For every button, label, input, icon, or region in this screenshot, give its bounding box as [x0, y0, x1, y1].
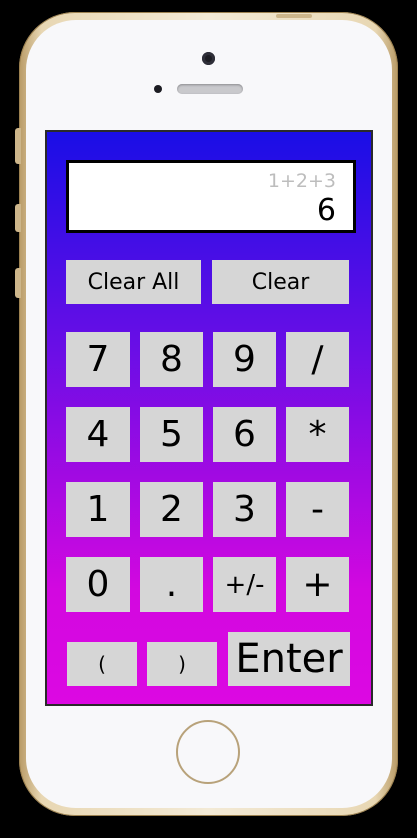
divide-button[interactable]: /: [286, 332, 349, 387]
key-1-button[interactable]: 1: [66, 482, 130, 537]
key-9-button[interactable]: 9: [213, 332, 276, 387]
plus-minus-button[interactable]: +/-: [213, 557, 276, 612]
key-4-button[interactable]: 4: [66, 407, 130, 462]
decimal-button[interactable]: .: [140, 557, 203, 612]
calculator-display: 1+2+3 6: [66, 160, 356, 233]
clear-button[interactable]: Clear: [212, 260, 349, 304]
enter-button[interactable]: Enter: [228, 632, 350, 686]
mute-switch: [15, 128, 21, 164]
earpiece-speaker: [177, 84, 243, 94]
multiply-button[interactable]: *: [286, 407, 349, 462]
key-3-button[interactable]: 3: [213, 482, 276, 537]
power-button: [276, 14, 312, 18]
key-0-button[interactable]: 0: [66, 557, 130, 612]
open-paren-button[interactable]: (: [67, 642, 137, 686]
result-text: 6: [316, 193, 336, 228]
proximity-sensor: [154, 85, 162, 93]
expression-text: 1+2+3: [267, 170, 336, 192]
volume-down-button: [15, 268, 21, 298]
key-8-button[interactable]: 8: [140, 332, 203, 387]
home-button[interactable]: [176, 720, 240, 784]
front-camera: [202, 52, 215, 65]
add-button[interactable]: +: [286, 557, 349, 612]
close-paren-button[interactable]: ): [147, 642, 217, 686]
subtract-button[interactable]: -: [286, 482, 349, 537]
key-6-button[interactable]: 6: [213, 407, 276, 462]
volume-up-button: [15, 204, 21, 232]
calculator-screen: 1+2+3 6 Clear All Clear 7 8 9 / 4 5 6 * …: [45, 130, 373, 706]
key-5-button[interactable]: 5: [140, 407, 203, 462]
key-2-button[interactable]: 2: [140, 482, 203, 537]
clear-all-button[interactable]: Clear All: [66, 260, 201, 304]
key-7-button[interactable]: 7: [66, 332, 130, 387]
